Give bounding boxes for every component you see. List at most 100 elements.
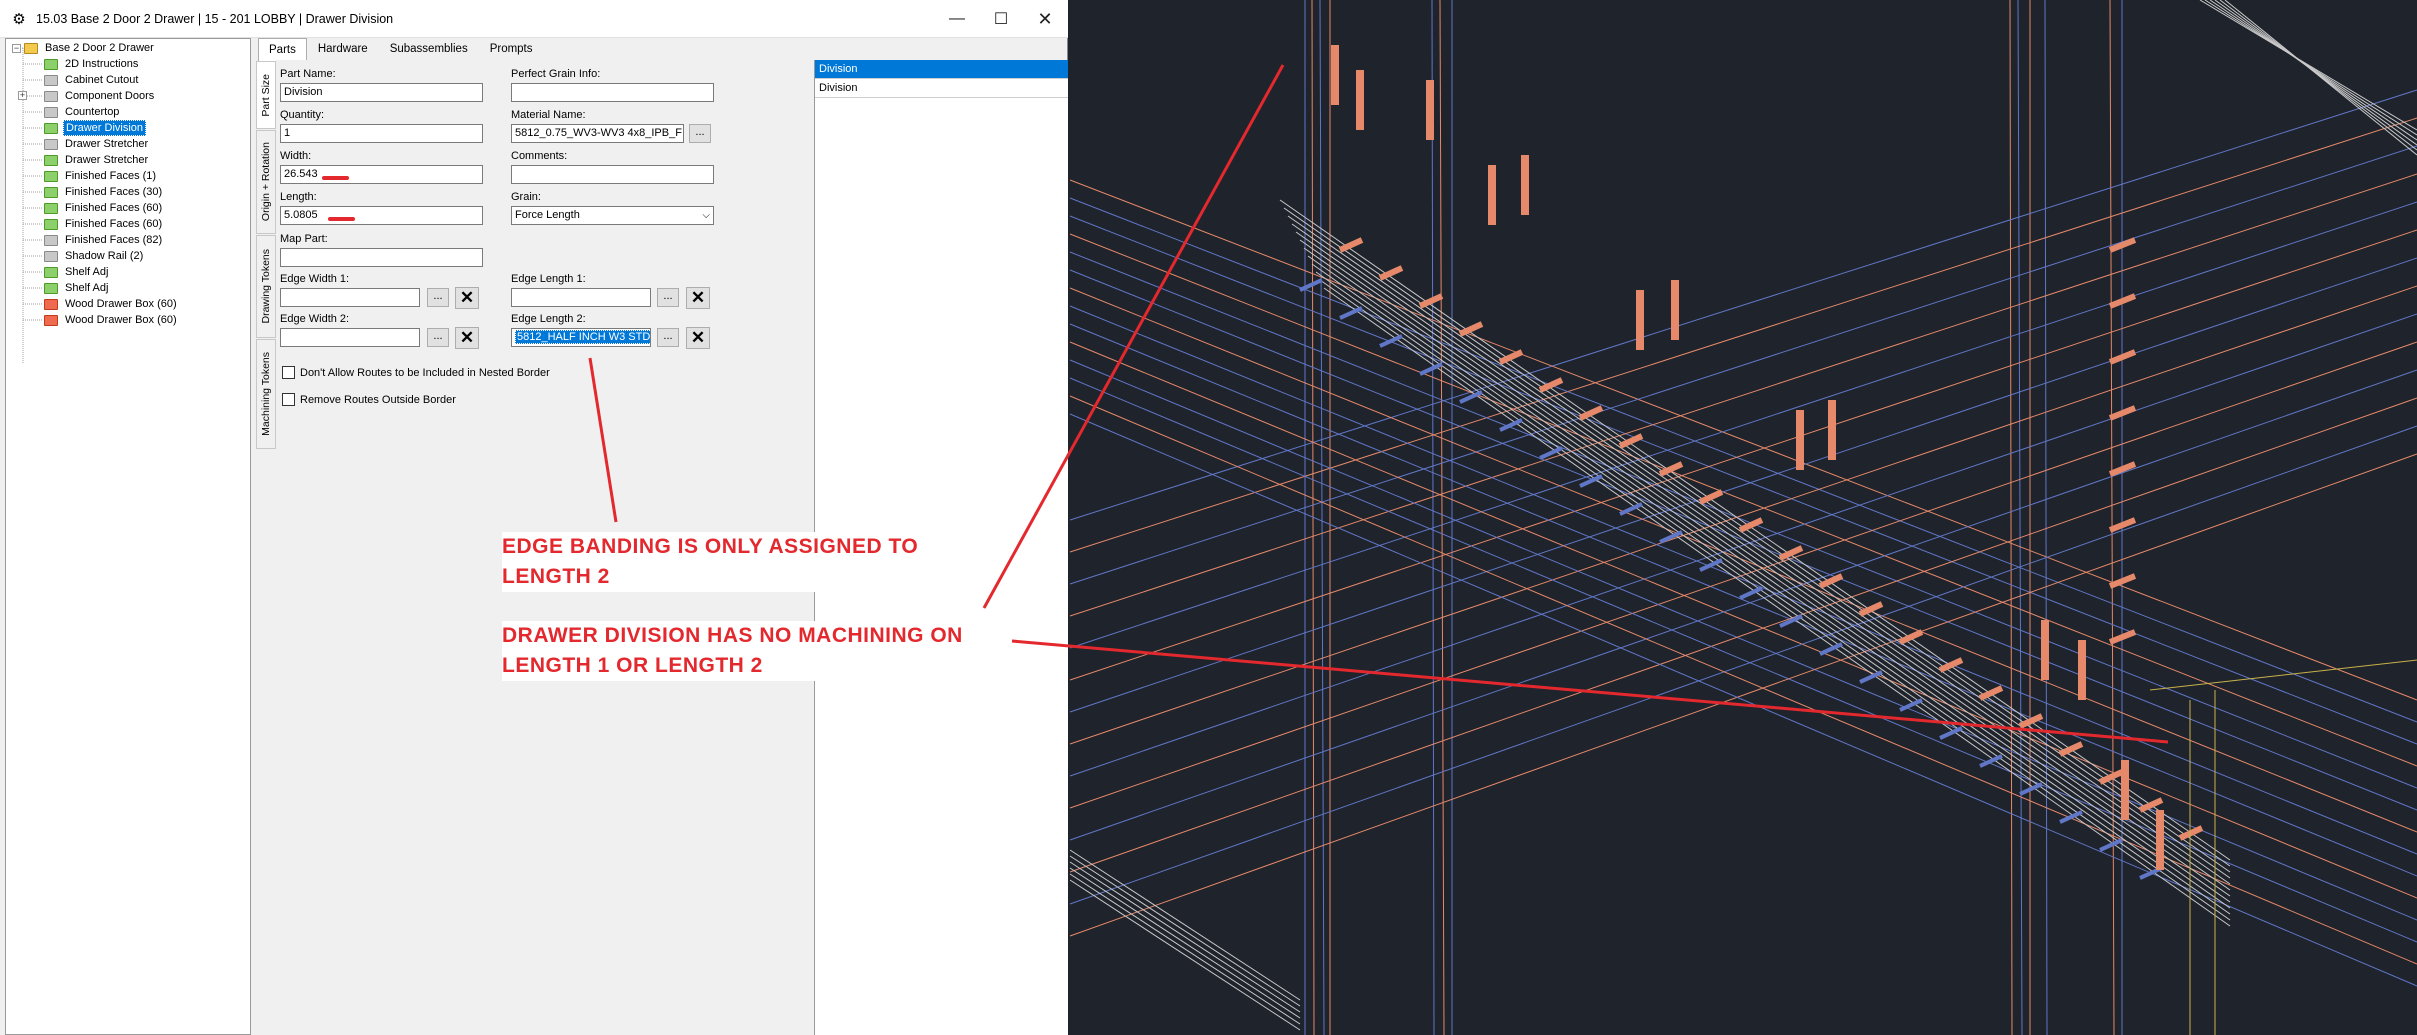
edge-length1-clear-button[interactable]: ✕ bbox=[686, 287, 710, 309]
nested-border-label: Don't Allow Routes to be Included in Nes… bbox=[300, 366, 550, 379]
tree-item[interactable]: 2D Instructions bbox=[44, 56, 140, 72]
folder-icon bbox=[44, 234, 58, 246]
tree-item-label: Component Doors bbox=[65, 90, 155, 102]
tree-item[interactable]: Shadow Rail (2) bbox=[44, 248, 145, 264]
edge-length2-field[interactable]: 5812_HALF INCH W3 STD bbox=[511, 328, 651, 347]
length-annotation-mark bbox=[328, 217, 355, 221]
vtab-label: Machining Tokens bbox=[260, 352, 272, 436]
tree-item-label: Drawer Division bbox=[63, 120, 147, 136]
edge-width2-field[interactable] bbox=[280, 328, 420, 347]
edge-width2-clear-button[interactable]: ✕ bbox=[455, 327, 479, 349]
tree-item[interactable]: + Component Doors bbox=[18, 88, 156, 104]
quantity-field[interactable]: 1 bbox=[280, 124, 483, 143]
checkbox-box[interactable] bbox=[282, 393, 295, 406]
tree-item-label: Countertop bbox=[65, 106, 120, 118]
width-annotation-mark bbox=[322, 176, 349, 180]
material-name-label: Material Name: bbox=[511, 109, 586, 121]
folder-icon bbox=[44, 154, 58, 166]
list-item[interactable]: Division bbox=[815, 60, 1068, 79]
tree-item-label: Shelf Adj bbox=[65, 266, 109, 278]
list-item[interactable]: Division bbox=[815, 79, 1068, 98]
perfect-grain-field[interactable] bbox=[511, 83, 714, 102]
part-name-field[interactable]: Division bbox=[280, 83, 483, 102]
tree-item[interactable]: Finished Faces (60) bbox=[44, 200, 164, 216]
tree-root[interactable]: − Base 2 Door 2 Drawer bbox=[12, 40, 156, 56]
tree-item[interactable]: Finished Faces (30) bbox=[44, 184, 164, 200]
map-part-field[interactable] bbox=[280, 248, 483, 267]
folder-icon bbox=[44, 122, 58, 134]
length-field[interactable]: 5.0805 bbox=[280, 206, 483, 225]
tree-item[interactable]: Drawer Division bbox=[44, 120, 147, 136]
edge-length2-browse-button[interactable]: ... bbox=[657, 328, 679, 347]
map-part-label: Map Part: bbox=[280, 233, 328, 245]
edge-width1-clear-button[interactable]: ✕ bbox=[455, 287, 479, 309]
folder-icon bbox=[44, 74, 58, 86]
vtab-part-size[interactable]: Part Size bbox=[256, 61, 276, 129]
grain-select[interactable]: Force Length ⌵ bbox=[511, 206, 714, 225]
edge-length1-browse-button[interactable]: ... bbox=[657, 288, 679, 307]
folder-icon bbox=[44, 202, 58, 214]
tree-item-label: Finished Faces (82) bbox=[65, 234, 163, 246]
vtab-machining-tokens[interactable]: Machining Tokens bbox=[256, 339, 276, 449]
tree-item-label: Finished Faces (1) bbox=[65, 170, 157, 182]
material-name-field[interactable]: 5812_0.75_WV3-WV3 4x8_IPB_F bbox=[511, 124, 684, 143]
minimize-button[interactable]: — bbox=[934, 0, 980, 38]
vtab-origin-rotation[interactable]: Origin + Rotation bbox=[256, 130, 276, 234]
tree-root-label: Base 2 Door 2 Drawer bbox=[45, 42, 154, 54]
tree-item-label: Finished Faces (60) bbox=[65, 218, 163, 230]
maximize-button[interactable]: ☐ bbox=[978, 0, 1024, 38]
tab-strip: Parts Hardware Subassemblies Prompts bbox=[258, 38, 544, 61]
tree-item-label: Wood Drawer Box (60) bbox=[65, 314, 177, 326]
tree-item[interactable]: Finished Faces (82) bbox=[44, 232, 164, 248]
tree-item[interactable]: Drawer Stretcher bbox=[44, 152, 150, 168]
title-bar[interactable]: ⚙ 15.03 Base 2 Door 2 Drawer | 15 - 201 … bbox=[0, 0, 1068, 38]
edge-width1-label: Edge Width 1: bbox=[280, 273, 350, 285]
part-tree[interactable]: − Base 2 Door 2 Drawer 2D Instructions Ca… bbox=[5, 38, 251, 1035]
tab-subassemblies[interactable]: Subassemblies bbox=[379, 38, 479, 60]
vtab-drawing-tokens[interactable]: Drawing Tokens bbox=[256, 235, 276, 338]
tree-item-label: Finished Faces (30) bbox=[65, 186, 163, 198]
edge-length2-clear-button[interactable]: ✕ bbox=[686, 327, 710, 349]
tree-item[interactable]: Finished Faces (60) bbox=[44, 216, 164, 232]
folder-icon bbox=[44, 106, 58, 118]
nested-border-checkbox[interactable]: Don't Allow Routes to be Included in Nes… bbox=[282, 366, 550, 379]
tree-item-label: Drawer Stretcher bbox=[65, 138, 149, 150]
folder-open-icon bbox=[24, 42, 38, 54]
perfect-grain-label: Perfect Grain Info: bbox=[511, 68, 601, 80]
tab-hardware[interactable]: Hardware bbox=[307, 38, 379, 60]
tree-item[interactable]: Countertop bbox=[44, 104, 121, 120]
grain-value: Force Length bbox=[515, 209, 580, 221]
tree-item-label: Cabinet Cutout bbox=[65, 74, 139, 86]
vtab-label: Origin + Rotation bbox=[260, 142, 272, 222]
tree-item[interactable]: Wood Drawer Box (60) bbox=[44, 312, 179, 328]
edge-width2-browse-button[interactable]: ... bbox=[427, 328, 449, 347]
tree-item-label: Drawer Stretcher bbox=[65, 154, 149, 166]
tree-item[interactable]: Shelf Adj bbox=[44, 264, 110, 280]
expand-icon[interactable]: + bbox=[18, 91, 27, 100]
edge-length1-field[interactable] bbox=[511, 288, 651, 307]
vertical-tabs: Part Size Origin + Rotation Drawing Tokens… bbox=[256, 61, 276, 1035]
tab-parts[interactable]: Parts bbox=[258, 38, 307, 61]
checkbox-box[interactable] bbox=[282, 366, 295, 379]
tree-item[interactable]: Finished Faces (1) bbox=[44, 168, 158, 184]
collapse-icon[interactable]: − bbox=[12, 43, 21, 53]
remove-routes-checkbox[interactable]: Remove Routes Outside Border bbox=[282, 393, 456, 406]
tree-item-label: Finished Faces (60) bbox=[65, 202, 163, 214]
tree-item-label: Shadow Rail (2) bbox=[65, 250, 144, 262]
edge-length2-value: 5812_HALF INCH W3 STD bbox=[515, 330, 651, 344]
edge-width1-browse-button[interactable]: ... bbox=[427, 288, 449, 307]
tree-item[interactable]: Cabinet Cutout bbox=[44, 72, 140, 88]
width-field[interactable]: 26.543 bbox=[280, 165, 483, 184]
close-button[interactable]: ✕ bbox=[1022, 0, 1068, 38]
edge-width1-field[interactable] bbox=[280, 288, 420, 307]
gear-icon: ⚙ bbox=[12, 10, 26, 28]
folder-icon bbox=[44, 314, 58, 326]
tree-item[interactable]: Wood Drawer Box (60) bbox=[44, 296, 179, 312]
comments-field[interactable] bbox=[511, 165, 714, 184]
material-browse-button[interactable]: ... bbox=[689, 124, 711, 143]
tree-item[interactable]: Shelf Adj bbox=[44, 280, 110, 296]
tree-item[interactable]: Drawer Stretcher bbox=[44, 136, 150, 152]
vtab-label: Drawing Tokens bbox=[260, 249, 272, 324]
tab-prompts[interactable]: Prompts bbox=[479, 38, 544, 60]
folder-icon bbox=[44, 90, 58, 102]
